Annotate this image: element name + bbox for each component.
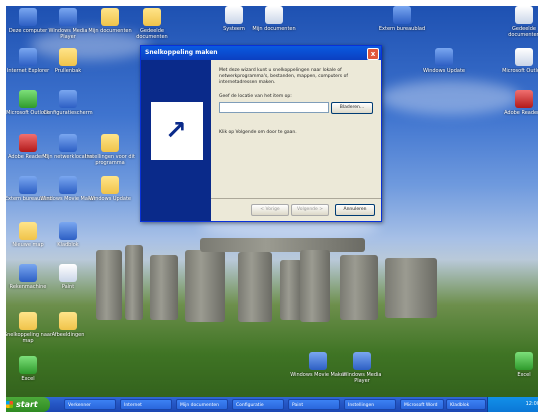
stone xyxy=(185,250,225,322)
document-icon xyxy=(515,6,533,24)
shortcut-folder-icon xyxy=(19,312,37,330)
stone xyxy=(385,258,437,318)
taskbar-button[interactable]: Instellingen xyxy=(344,399,396,410)
taskbar-button[interactable]: Paint xyxy=(288,399,340,410)
excel-icon xyxy=(19,356,37,374)
desktop-icon[interactable]: Instellingen voor dit programma xyxy=(82,134,138,166)
desktop-icon[interactable]: Windows Update xyxy=(82,176,138,208)
browse-button[interactable]: Bladeren... xyxy=(331,102,373,114)
taskbar-button[interactable]: Internet xyxy=(120,399,172,410)
taskbar-button[interactable]: Kladblok xyxy=(446,399,486,410)
cancel-button[interactable]: Annuleren xyxy=(335,204,375,216)
desktop-icon[interactable]: Gedeelde documenten xyxy=(124,8,180,40)
internet-explorer-icon xyxy=(19,48,37,66)
notepad-icon xyxy=(59,222,77,240)
control-panel-icon xyxy=(59,90,77,108)
location-label: Geef de locatie van het item op: xyxy=(219,94,292,99)
documents-folder-icon xyxy=(101,8,119,26)
outlook-icon xyxy=(19,90,37,108)
document-icon xyxy=(265,6,283,24)
taskbar-button[interactable]: Verkenner xyxy=(64,399,116,410)
document-icon xyxy=(515,48,533,66)
stone-lintel xyxy=(200,238,365,252)
desktop-icon[interactable]: Excel xyxy=(496,352,544,384)
desktop-icon[interactable]: Adobe Reader 8 xyxy=(496,90,544,122)
desktop-icon[interactable]: Gedeelde documenten xyxy=(496,6,544,38)
desktop-icon[interactable]: Afbeeldingen xyxy=(40,312,96,344)
adobe-reader-icon xyxy=(19,134,37,152)
calculator-icon xyxy=(19,264,37,282)
desktop-icon[interactable]: Excel xyxy=(0,356,56,388)
pictures-folder-icon xyxy=(59,312,77,330)
taskbar-button[interactable]: Mijn documenten xyxy=(176,399,228,410)
start-button[interactable]: start xyxy=(2,397,50,412)
paint-icon xyxy=(59,264,77,282)
dialog-titlebar[interactable]: Snelkoppeling maken x xyxy=(141,46,381,60)
folder-icon xyxy=(143,8,161,26)
desktop-icon[interactable]: Extern bureaublad xyxy=(374,6,430,38)
desktop[interactable]: Deze computer Windows Media Player Mijn … xyxy=(0,0,544,412)
desktop-icon[interactable]: Windows Media Player xyxy=(334,352,390,384)
stone xyxy=(340,255,378,320)
stone xyxy=(280,260,302,320)
stone xyxy=(125,245,143,320)
close-button[interactable]: x xyxy=(367,48,379,60)
desktop-icon[interactable]: Paint xyxy=(40,264,96,296)
media-player-icon xyxy=(59,8,77,26)
movie-maker-icon xyxy=(59,176,77,194)
desktop-icon[interactable]: Mijn documenten xyxy=(246,6,302,38)
stone xyxy=(238,252,272,322)
document-icon xyxy=(225,6,243,24)
computer-icon xyxy=(19,8,37,26)
desktop-icon[interactable]: Prullenbak xyxy=(40,48,96,80)
back-button[interactable]: < Vorige xyxy=(251,204,289,216)
clock[interactable]: 12:00 xyxy=(526,397,540,412)
media-icon xyxy=(309,352,327,370)
next-button[interactable]: Volgende > xyxy=(291,204,329,216)
create-shortcut-dialog[interactable]: Snelkoppeling maken x ↗ Met deze wizard … xyxy=(140,45,382,222)
taskbar-button[interactable]: Configuratie xyxy=(232,399,284,410)
network-icon xyxy=(59,134,77,152)
windows-logo-icon xyxy=(6,401,13,408)
folder-icon xyxy=(101,134,119,152)
shortcut-arrow-icon: ↗ xyxy=(149,100,205,162)
dialog-title: Snelkoppeling maken xyxy=(145,49,218,56)
remote-desktop-icon xyxy=(19,176,37,194)
desktop-icon[interactable]: Configuratiescherm xyxy=(40,90,96,122)
taskbar: start Verkenner Internet Mijn documenten… xyxy=(0,397,544,412)
system-tray: 12:00 xyxy=(487,397,544,412)
stone xyxy=(150,255,178,320)
stone xyxy=(300,250,330,322)
dialog-hint: Klik op Volgende om door te gaan. xyxy=(219,130,297,135)
location-input[interactable] xyxy=(219,102,329,113)
dialog-separator xyxy=(211,198,381,199)
update-icon xyxy=(101,176,119,194)
pdf-icon xyxy=(515,90,533,108)
desktop-icon[interactable]: Windows Update xyxy=(416,48,472,80)
taskbar-button[interactable]: Microsoft Word xyxy=(400,399,444,410)
stone xyxy=(96,250,122,320)
recycle-bin-icon xyxy=(59,48,77,66)
application-icon xyxy=(393,6,411,24)
dialog-description: Met deze wizard kunt u snelkoppelingen n… xyxy=(219,68,348,85)
help-icon xyxy=(435,48,453,66)
wizard-banner: ↗ xyxy=(141,60,211,221)
desktop-icon[interactable]: Kladblok xyxy=(40,222,96,254)
folder-icon xyxy=(19,222,37,240)
desktop-icon[interactable]: Microsoft Outlook xyxy=(496,48,544,80)
spreadsheet-icon xyxy=(515,352,533,370)
media-icon xyxy=(353,352,371,370)
